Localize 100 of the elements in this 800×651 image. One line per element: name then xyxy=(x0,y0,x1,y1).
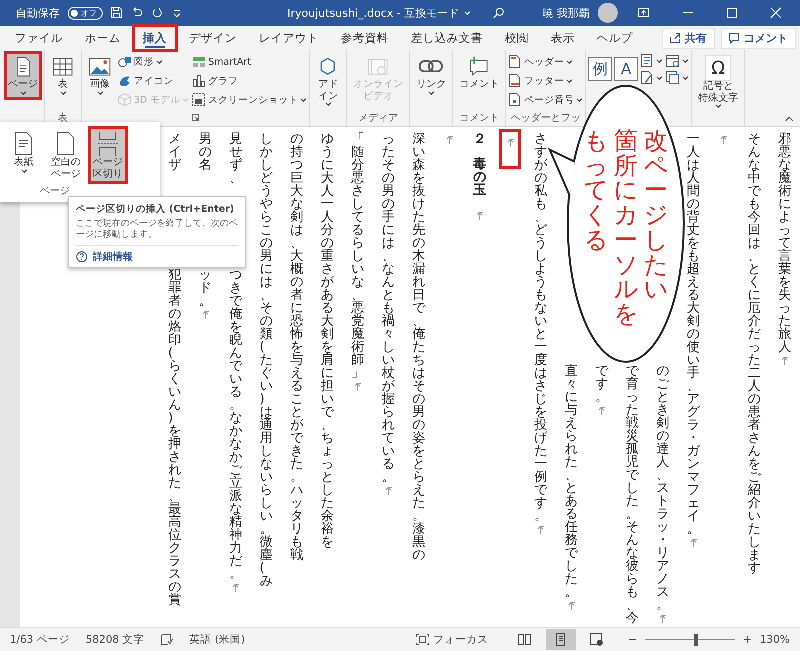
ribbon-button[interactable]: フッター xyxy=(508,72,584,90)
body-text: のごとき剣の達人、ストラッ・リアノス。 xyxy=(656,365,670,612)
zoom-out-button[interactable]: − xyxy=(628,634,638,646)
ribbon-icon-button[interactable] xyxy=(666,53,690,69)
ribbon-button[interactable]: SmartArt xyxy=(192,53,308,71)
ribbon-tab[interactable]: デザイン xyxy=(178,24,248,52)
ribbon-glyph-button[interactable]: A xyxy=(614,57,638,81)
bar-chart-icon xyxy=(192,74,206,88)
body-text: 邪悪な魔術によって言葉を失った旅人 xyxy=(778,133,792,354)
page-break-icon xyxy=(96,131,120,157)
ribbon-button[interactable]: Ω 記号と 特殊文字 xyxy=(694,51,742,113)
chapter-heading: 毒の玉 xyxy=(473,158,486,197)
text-lines-icon xyxy=(640,54,654,68)
ribbon-button[interactable]: 画像 xyxy=(84,51,116,100)
ribbon-button[interactable]: スクリーンショット xyxy=(192,91,308,109)
body-text: で育った戦災孤児でした。そんな彼らも、今 xyxy=(626,365,639,625)
caret-icon xyxy=(464,10,470,16)
share-button[interactable]: 共有 xyxy=(662,28,715,48)
view-button[interactable] xyxy=(546,629,576,650)
ribbon-button[interactable]: アイコン xyxy=(118,72,190,90)
body-text: ゆうに大人一人分の重さがある大剣を肩に担いで、ちょっとした余裕を xyxy=(320,133,334,549)
cover-page-icon xyxy=(13,131,35,157)
frame-icon xyxy=(666,71,680,85)
ribbon-tab[interactable]: 表示 xyxy=(540,24,586,52)
zoom-in-button[interactable]: + xyxy=(743,634,752,646)
tooltip-title: ページ区切りの挿入 (Ctrl+Enter) xyxy=(76,203,236,216)
ribbon-button[interactable]: グラフ xyxy=(192,72,308,90)
undo-icon xyxy=(131,7,143,19)
ribbon-button[interactable]: 表 xyxy=(47,51,79,100)
ribbon-icon-button[interactable] xyxy=(666,70,690,86)
picture-icon xyxy=(88,55,112,79)
dropdown-item[interactable]: 空白のページ xyxy=(46,126,86,184)
body-text: 男の名 xyxy=(198,133,212,172)
ribbon-display-icon xyxy=(638,7,650,19)
more-info-link[interactable]: 詳細情報 xyxy=(93,250,133,264)
body-text: つきで俺を睨んでいる。なかなかご立派な精神力だ。 xyxy=(229,269,242,581)
body-text: 直々に与えられた、とある任務でした。 xyxy=(564,365,578,599)
ribbon-button[interactable]: ページ xyxy=(4,51,42,100)
close-icon xyxy=(770,7,782,19)
tooltip-description: ここで現在のページを終了して、次のページに移動します。 xyxy=(76,219,238,242)
share-icon xyxy=(670,32,681,44)
user-name: 暁 我那覇 xyxy=(542,6,590,20)
cube-icon xyxy=(118,93,132,107)
ribbon-glyph-button[interactable]: 例 xyxy=(588,57,612,81)
save-icon xyxy=(111,7,123,19)
dropdown-item[interactable]: 表紙 xyxy=(4,126,44,184)
ribbon-button[interactable]: アド イン xyxy=(312,51,344,111)
callout-text: 改ページしたい xyxy=(644,129,668,306)
autosave-toggle[interactable]: オフ xyxy=(68,6,103,20)
ribbon-tab[interactable]: ヘルプ xyxy=(586,24,644,52)
ribbon-tab[interactable]: ファイル xyxy=(4,24,74,52)
avatar[interactable] xyxy=(598,3,618,23)
body-text: の持つ巨大な剣は、大概の者に恐怖を与えることができた。ハッタリも戦 xyxy=(290,133,304,562)
comments-button[interactable]: コメント xyxy=(721,28,796,48)
dropdown-item[interactable]: ページ区切り xyxy=(88,126,128,184)
body-text: 犯罪者の烙印(らくいん)を押された、最高位クラスの賞 xyxy=(168,269,182,607)
zoom-level[interactable]: 130% xyxy=(760,634,790,646)
callout-text: もってくる xyxy=(584,129,608,256)
body-text: 見せず、 xyxy=(229,133,242,185)
table-icon xyxy=(51,55,75,79)
chapter-heading: ２ xyxy=(473,133,486,146)
ribbon-tab[interactable]: レイアウト xyxy=(248,24,330,52)
focus-button[interactable]: フォーカス xyxy=(410,632,494,648)
document-title: Iryoujutsushi_.docx - 互換モード xyxy=(287,6,460,20)
ribbon-tab[interactable]: 校閲 xyxy=(494,24,540,52)
ribbon-icon-button[interactable] xyxy=(640,53,664,69)
page-count[interactable]: 1/63 ページ xyxy=(10,632,70,646)
body-text: です。 xyxy=(595,365,608,404)
ribbon-tab[interactable]: 参考資料 xyxy=(330,24,400,52)
autosave-label: 自動保存 xyxy=(16,6,60,20)
body-text: メイザ xyxy=(168,133,182,172)
screenshot-icon xyxy=(192,93,206,107)
ribbon-tab[interactable]: 差し込み文書 xyxy=(400,24,494,52)
help-icon xyxy=(76,250,88,262)
page-number-icon xyxy=(508,93,522,107)
word-count[interactable]: 58208 文字 xyxy=(86,632,145,646)
ribbon-button[interactable]: コメント xyxy=(455,51,504,94)
footer-icon xyxy=(508,74,522,88)
ribbon-button[interactable]: ページ番号 xyxy=(508,91,584,109)
ribbon-icon-button[interactable] xyxy=(640,70,664,86)
ribbon-tab[interactable]: 挿入 xyxy=(132,24,178,52)
ribbon-button[interactable]: 図形 xyxy=(118,53,190,71)
language-indicator[interactable]: 英語 (米国) xyxy=(190,632,246,646)
maximize-icon xyxy=(726,7,738,19)
group-label: ヘッダーとフッ xyxy=(510,112,581,125)
print-layout-icon xyxy=(554,632,568,646)
body-text: 一人は人間の背丈をも超える大剣の使い手、アグラ・ガンマフェイ。 xyxy=(686,133,700,536)
shapes-icon xyxy=(118,55,132,69)
search-icon xyxy=(492,7,504,19)
zoom-slider-thumb[interactable] xyxy=(694,634,698,646)
ribbon-button[interactable]: リンク xyxy=(412,51,450,100)
redo-icon xyxy=(151,7,163,19)
ribbon-button[interactable]: ヘッダー xyxy=(508,53,584,71)
callout-text: 箇所にカーソルを xyxy=(614,129,638,327)
comment-icon xyxy=(729,32,740,44)
diagram-icon xyxy=(192,55,206,69)
body-text: 「随分悪さしてるらしいな、悪党魔術師」 xyxy=(351,133,364,380)
ribbon-tab[interactable]: ホーム xyxy=(74,24,132,52)
body-text: しかしどうやらこの男には、その類(たぐい)は通用しないらしい。微塵(み xyxy=(260,133,273,588)
read-mode-icon xyxy=(518,632,532,646)
